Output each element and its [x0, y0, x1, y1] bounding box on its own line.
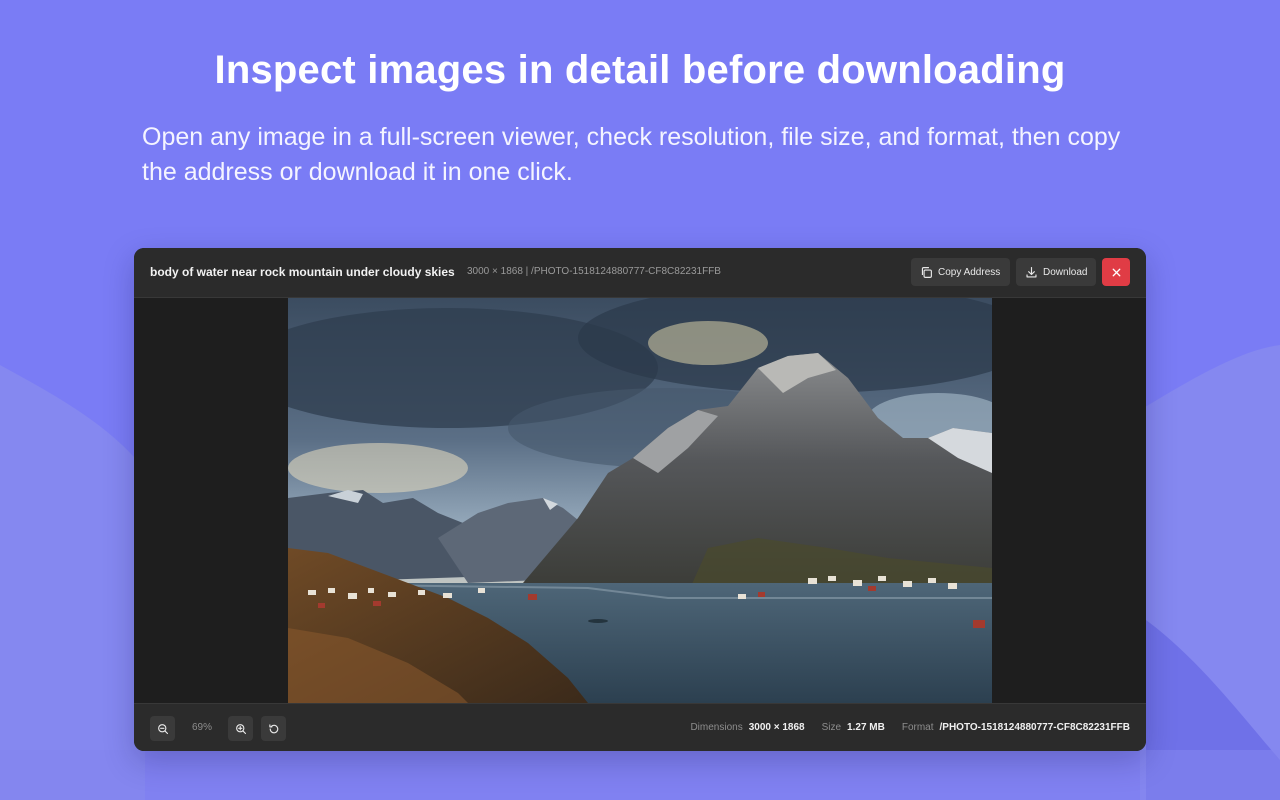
download-icon — [1025, 266, 1038, 279]
close-button[interactable] — [1102, 258, 1130, 286]
format-value: /PHOTO-1518124880777-CF8C82231FFB — [939, 722, 1130, 733]
image-stats: Dimensions 3000 × 1868 Size 1.27 MB Form… — [690, 722, 1130, 733]
zoom-level: 69% — [191, 722, 212, 733]
image-stage — [134, 298, 1146, 703]
viewer-footer: 69% Dimensions 3000 × 1868 Size 1.27 MB … — [134, 703, 1146, 751]
size-label: Size — [821, 722, 842, 733]
zoom-in-button[interactable] — [228, 716, 253, 741]
hero-title: Inspect images in detail before download… — [214, 48, 1066, 92]
image-meta: 3000 × 1868 | /PHOTO-1518124880777-CF8C8… — [467, 266, 721, 277]
reset-rotate-button[interactable] — [261, 716, 286, 741]
viewer-header: body of water near rock mountain under c… — [134, 248, 1146, 298]
size-value: 1.27 MB — [847, 722, 885, 733]
image-title: body of water near rock mountain under c… — [150, 265, 455, 279]
hero-description: Open any image in a full-screen viewer, … — [142, 123, 1121, 186]
preview-image[interactable] — [288, 298, 992, 703]
copy-address-button[interactable]: Copy Address — [911, 258, 1010, 286]
format-label: Format — [901, 722, 934, 733]
image-viewer: body of water near rock mountain under c… — [134, 248, 1146, 751]
dimensions-value: 3000 × 1868 — [748, 722, 805, 733]
download-button[interactable]: Download — [1016, 258, 1096, 286]
copy-icon — [920, 266, 933, 279]
reset-rotate-icon — [268, 723, 280, 735]
zoom-out-icon — [157, 723, 169, 735]
close-icon — [1110, 266, 1123, 279]
copy-address-label: Copy Address — [938, 266, 1001, 278]
dimensions-label: Dimensions — [690, 722, 743, 733]
zoom-in-icon — [235, 723, 247, 735]
download-label: Download — [1043, 266, 1088, 278]
zoom-out-button[interactable] — [150, 716, 175, 741]
